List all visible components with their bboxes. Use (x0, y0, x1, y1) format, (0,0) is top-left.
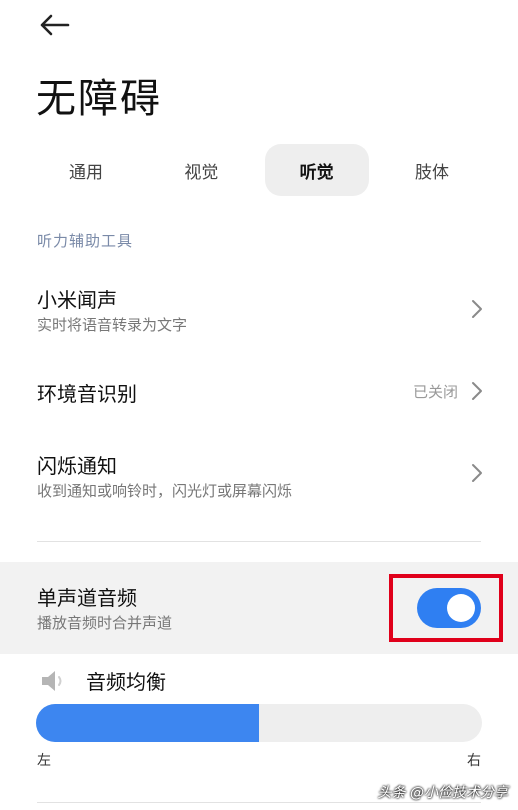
balance-left-label: 左 (37, 753, 51, 769)
divider (37, 802, 481, 803)
row-title: 环境音识别 (37, 382, 137, 406)
highlight-box (389, 574, 503, 642)
chevron-right-icon (472, 300, 482, 318)
section-header: 听力辅助工具 (37, 232, 134, 250)
tab-vision[interactable]: 视觉 (149, 144, 253, 196)
status-value: 已关闭 (412, 383, 458, 401)
env-sound-row[interactable]: 环境音识别 已关闭 (0, 360, 518, 424)
page-title: 无障碍 (36, 76, 162, 122)
chevron-right-icon (472, 464, 482, 482)
watermark: 头条 @小俭技术分享 (377, 785, 508, 801)
audio-balance-slider[interactable] (36, 704, 482, 742)
row-title: 小米闻声 (37, 288, 117, 312)
tab-hearing[interactable]: 听觉 (264, 144, 369, 196)
row-subtitle: 实时将语音转录为文字 (37, 316, 188, 334)
back-button[interactable] (34, 8, 74, 42)
divider (37, 541, 481, 542)
row-title: 闪烁通知 (37, 454, 117, 478)
speaker-icon (42, 671, 62, 691)
chevron-right-icon (472, 382, 482, 400)
row-subtitle: 收到通知或响铃时，闪光灯或屏幕闪烁 (37, 482, 293, 500)
xiaomi-voice-row[interactable]: 小米闻声 实时将语音转录为文字 (0, 272, 518, 352)
category-tabs: 通用 视觉 听觉 肢体 (34, 144, 484, 196)
tab-physical[interactable]: 肢体 (380, 144, 484, 196)
balance-right-label: 右 (467, 753, 481, 769)
flash-notify-row[interactable]: 闪烁通知 收到通知或响铃时，闪光灯或屏幕闪烁 (0, 438, 518, 518)
row-title: 单声道音频 (37, 586, 137, 610)
balance-fill (36, 704, 259, 742)
arrow-left-icon (40, 14, 70, 36)
tab-general[interactable]: 通用 (34, 144, 138, 196)
row-subtitle: 播放音频时合并声道 (37, 614, 173, 632)
balance-title: 音频均衡 (86, 670, 166, 694)
